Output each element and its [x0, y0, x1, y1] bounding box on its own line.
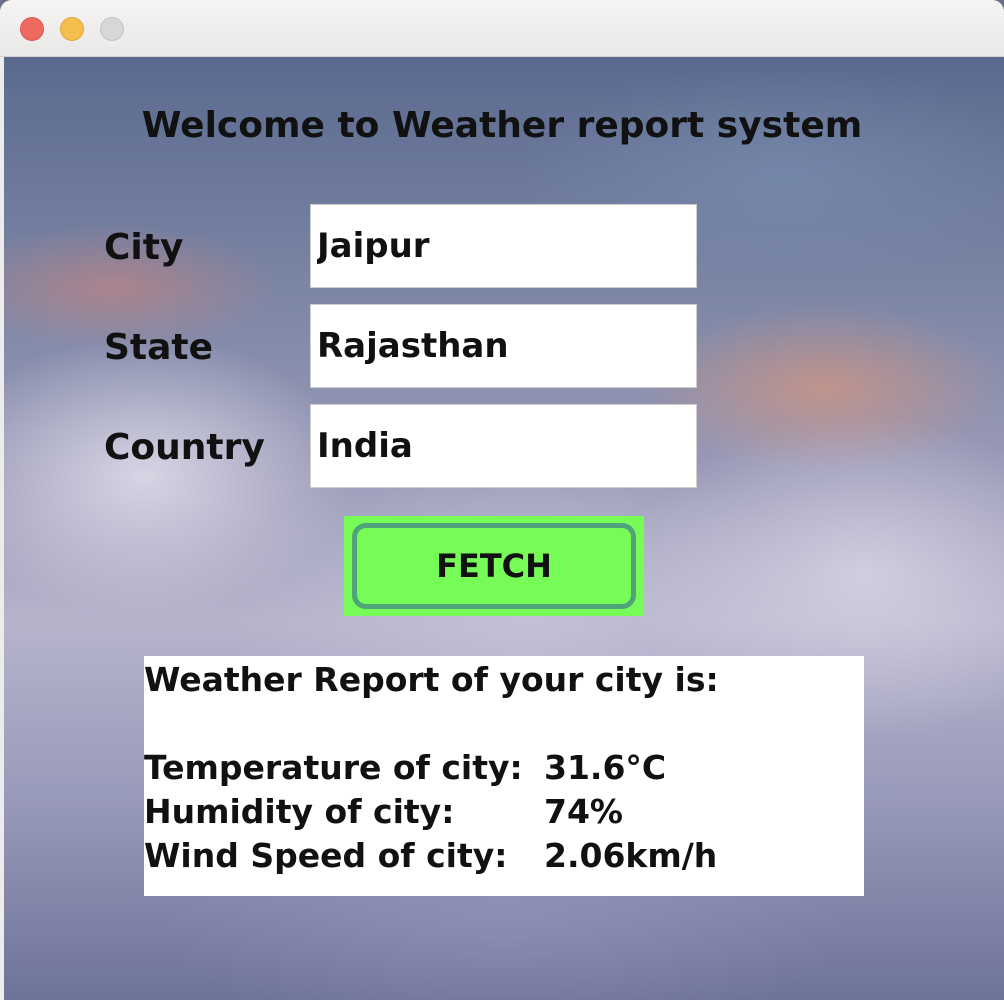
sky-background: Welcome to Weather report system City St… — [4, 57, 1004, 1000]
city-input[interactable] — [310, 204, 697, 288]
wind-speed-label: Wind Speed of city: — [144, 836, 508, 875]
humidity-value: 74% — [544, 792, 623, 831]
wind-speed-value: 2.06km/h — [544, 836, 718, 875]
fetch-button[interactable]: FETCH — [352, 523, 636, 609]
minimize-window-button[interactable] — [60, 17, 84, 41]
report-heading: Weather Report of your city is: — [144, 660, 719, 699]
state-label: State — [104, 327, 214, 368]
title-bar[interactable] — [0, 0, 1004, 57]
temperature-label: Temperature of city: — [144, 748, 523, 787]
page-title: Welcome to Weather report system — [141, 105, 863, 146]
weather-report-panel: Weather Report of your city is: Temperat… — [144, 656, 864, 896]
fetch-button-frame: FETCH — [344, 516, 644, 616]
maximize-window-button[interactable] — [100, 17, 124, 41]
city-label: City — [104, 227, 184, 268]
app-window: Welcome to Weather report system City St… — [0, 0, 1004, 1000]
country-label: Country — [104, 427, 265, 468]
country-input[interactable] — [310, 404, 697, 488]
state-input[interactable] — [310, 304, 697, 388]
temperature-value: 31.6°C — [544, 748, 667, 787]
close-window-button[interactable] — [20, 17, 44, 41]
humidity-label: Humidity of city: — [144, 792, 455, 831]
